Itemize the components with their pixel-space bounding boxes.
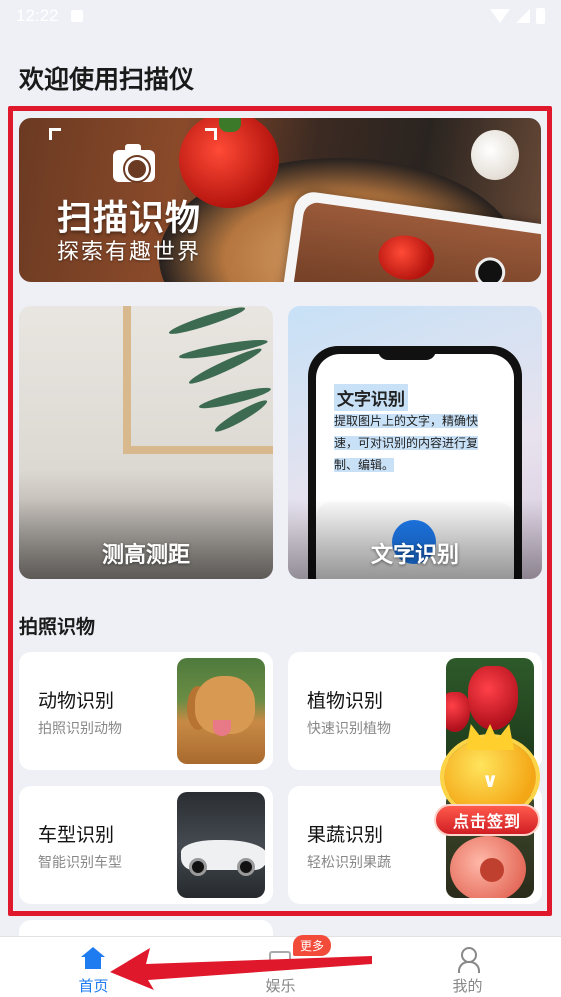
car-wheel (189, 858, 207, 876)
tulip-flower (468, 666, 518, 730)
home-icon (81, 947, 105, 969)
plant-leaf (167, 306, 247, 338)
annotation-arrow-icon (110, 948, 372, 990)
card-title: 动物识别 (38, 690, 115, 712)
page-title: 欢迎使用扫描仪 (19, 65, 195, 94)
card-subtitle: 拍照识别动物 (38, 721, 122, 737)
peach-pit (480, 858, 504, 882)
status-bar: 12:22 (0, 0, 561, 32)
car-recognition-card[interactable]: 车型识别 智能识别车型 (19, 786, 273, 904)
dog-tongue (213, 720, 231, 736)
vip-mark-icon: ∨ (482, 768, 499, 792)
measure-height-card[interactable]: 测高测距 (19, 306, 273, 579)
banner-subtitle: 探索有趣世界 (57, 240, 202, 265)
animal-recognition-card[interactable]: 动物识别 拍照识别动物 (19, 652, 273, 770)
card-subtitle: 智能识别车型 (38, 855, 122, 871)
tab-profile-label: 我的 (452, 977, 483, 995)
scan-bracket-icon (205, 128, 217, 140)
card-title: 果蔬识别 (307, 824, 384, 846)
card-title: 植物识别 (307, 690, 384, 712)
ocr-mock-text-content: 提取图片上的文字，精确快速，可对识别的内容进行复制、编辑。 (334, 414, 479, 472)
measure-height-label: 测高测距 (101, 543, 190, 568)
signin-floating-button[interactable]: ∨ 点击签到 (430, 732, 542, 842)
car-wheel (237, 858, 255, 876)
battery-icon (536, 8, 545, 24)
wifi-icon (490, 9, 510, 23)
tab-profile[interactable]: 我的 (374, 937, 561, 997)
text-recognition-label: 文字识别 (370, 543, 459, 568)
camera-icon (113, 144, 155, 182)
picture-frame-bottom (123, 446, 273, 454)
status-time: 12:22 (16, 6, 59, 25)
status-indicators (490, 8, 545, 24)
ocr-mock-title: 文字识别 (334, 384, 408, 411)
card-subtitle: 轻松识别果蔬 (307, 855, 391, 871)
text-recognition-card[interactable]: 文字识别 提取图片上的文字，精确快速，可对识别的内容进行复制、编辑。 文字识别 (288, 306, 542, 579)
phone-notch (378, 346, 436, 360)
dog-image (177, 658, 265, 764)
banner-pepper-stem (219, 118, 241, 132)
section-title: 拍照识物 (19, 616, 96, 638)
scan-bracket-icon (49, 128, 61, 140)
notification-icon (70, 10, 83, 22)
scan-banner[interactable]: 扫描识物 探索有趣世界 (19, 118, 541, 282)
tulip-flower (446, 692, 470, 732)
signin-label: 点击签到 (434, 804, 540, 836)
signal-icon (516, 9, 530, 23)
car-image (177, 792, 265, 898)
card-subtitle: 快速识别植物 (307, 721, 391, 737)
profile-icon (458, 947, 480, 973)
ocr-mock-text: 提取图片上的文字，精确快速，可对识别的内容进行复制、编辑。 (334, 410, 484, 476)
card-title: 车型识别 (38, 824, 115, 846)
picture-frame (123, 306, 131, 454)
banner-garlic-image (471, 130, 519, 180)
